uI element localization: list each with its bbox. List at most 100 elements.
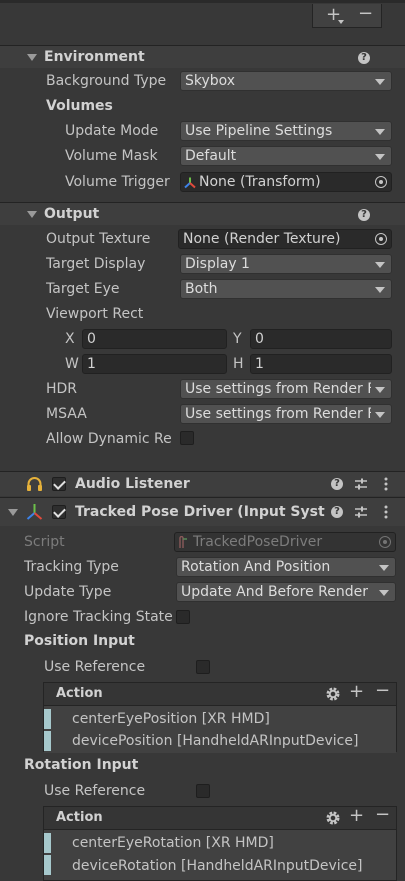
foldout-arrow-icon[interactable] [27,54,37,61]
drag-handle[interactable] [44,709,51,729]
object-picker-icon[interactable] [375,233,387,245]
hdr-dropdown[interactable]: Use settings from Render F [180,379,392,399]
list-item[interactable]: deviceRotation [HandheldARInputDevice] [44,853,396,877]
allow-dynamic-checkbox[interactable] [180,431,194,445]
viewport-h-label: H [233,356,244,372]
binding-label: centerEyePosition [XR HMD] [72,711,270,727]
list-item[interactable]: centerEyeRotation [XR HMD] [44,831,396,855]
binding-label: deviceRotation [HandheldARInputDevice] [72,858,363,874]
transform-icon [184,177,196,189]
hdr-value: Use settings from Render F [185,381,371,397]
volume-mask-value: Default [185,148,237,164]
add-icon[interactable]: + [349,807,364,825]
help-icon[interactable]: ? [331,478,343,490]
volume-mask-dropdown[interactable]: Default [180,146,392,166]
drag-handle[interactable] [44,731,51,751]
rotation-use-reference-checkbox[interactable] [196,784,210,798]
update-mode-dropdown[interactable]: Use Pipeline Settings [180,121,392,141]
binding-label: devicePosition [HandheldARInputDevice] [72,733,359,749]
msaa-label: MSAA [46,406,87,422]
target-eye-dropdown[interactable]: Both [180,279,392,299]
help-icon[interactable]: ? [331,506,343,518]
audio-listener-enabled-checkbox[interactable] [52,477,66,491]
target-display-value: Display 1 [185,256,250,272]
tracking-type-dropdown[interactable]: Rotation And Position [176,557,396,577]
msaa-dropdown[interactable]: Use settings from Render F [180,404,392,424]
msaa-value: Use settings from Render F [185,406,371,422]
drag-handle[interactable] [44,855,51,875]
position-use-reference-label: Use Reference [44,659,146,675]
target-display-dropdown[interactable]: Display 1 [180,254,392,274]
chevron-down-icon [375,129,385,135]
script-value: TrackedPoseDriver [193,534,323,550]
transform-icon [26,504,43,520]
rotation-action-list: Action + − centerEyeRotation [XR HMD] de… [43,806,397,881]
tracking-type-value: Rotation And Position [181,559,331,575]
drag-handle[interactable] [44,833,51,853]
kebab-menu-icon[interactable] [383,477,389,491]
update-mode-label: Update Mode [65,123,159,139]
chevron-down-icon [379,565,389,571]
gear-icon[interactable] [325,810,341,826]
volume-trigger-field[interactable]: None (Transform) [180,172,392,192]
viewport-h-field[interactable]: 1 [250,354,392,374]
audio-listener-title: Audio Listener [75,476,190,492]
update-type-value: Update And Before Render [181,584,369,600]
object-picker-icon[interactable] [375,176,387,188]
update-type-dropdown[interactable]: Update And Before Render [176,582,396,602]
output-texture-field[interactable]: None (Render Texture) [178,229,392,249]
volume-trigger-label: Volume Trigger [65,174,170,190]
foldout-arrow-icon[interactable] [8,509,18,516]
add-icon[interactable]: + [349,683,364,701]
chevron-down-icon [375,79,385,85]
target-eye-value: Both [185,281,218,297]
list-item[interactable]: centerEyePosition [XR HMD] [44,707,396,731]
rotation-input-title: Rotation Input [24,757,139,773]
viewport-w-field[interactable]: 1 [82,354,227,374]
top-strip [0,0,405,3]
output-texture-value: None (Render Texture) [183,231,341,247]
list-item[interactable]: devicePosition [HandheldARInputDevice] [44,729,396,753]
foldout-arrow-icon[interactable] [27,211,37,218]
chevron-down-icon [375,412,385,418]
viewport-w-label: W [65,356,79,372]
output-texture-label: Output Texture [46,231,151,247]
kebab-menu-icon[interactable] [383,505,389,519]
position-input-title: Position Input [24,633,135,649]
ignore-tracking-checkbox[interactable] [176,610,190,624]
headphones-icon [27,477,42,491]
viewport-y-field[interactable]: 0 [250,329,392,349]
script-field: TrackedPoseDriver [174,532,396,552]
rotation-use-reference-label: Use Reference [44,783,146,799]
viewport-x-field[interactable]: 0 [82,329,227,349]
script-label: Script [24,534,65,550]
action-header-label: Action [56,686,103,701]
script-icon [179,536,187,548]
gear-icon[interactable] [325,686,341,702]
update-mode-value: Use Pipeline Settings [185,123,333,139]
presets-icon[interactable] [354,477,368,491]
volume-mask-label: Volume Mask [65,148,158,164]
help-icon[interactable]: ? [358,52,370,64]
tracked-pose-driver-enabled-checkbox[interactable] [52,505,66,519]
chevron-down-icon [379,590,389,596]
add-dropdown-indicator [338,20,344,24]
background-type-dropdown[interactable]: Skybox [180,71,392,91]
chevron-down-icon [375,287,385,293]
target-display-label: Target Display [46,256,146,272]
remove-icon[interactable]: − [375,806,390,824]
volumes-header: Volumes [46,98,113,114]
output-title: Output [44,206,100,222]
remove-icon[interactable]: − [358,5,373,23]
presets-icon[interactable] [354,505,368,519]
hdr-label: HDR [46,381,78,397]
chevron-down-icon [375,154,385,160]
action-header-label: Action [56,810,103,825]
binding-label: centerEyeRotation [XR HMD] [72,835,274,851]
remove-icon[interactable]: − [375,682,390,700]
help-icon[interactable]: ? [358,209,370,221]
position-use-reference-checkbox[interactable] [196,660,210,674]
allow-dynamic-label: Allow Dynamic Re [46,431,172,447]
environment-title: Environment [44,49,145,65]
chevron-down-icon [375,262,385,268]
